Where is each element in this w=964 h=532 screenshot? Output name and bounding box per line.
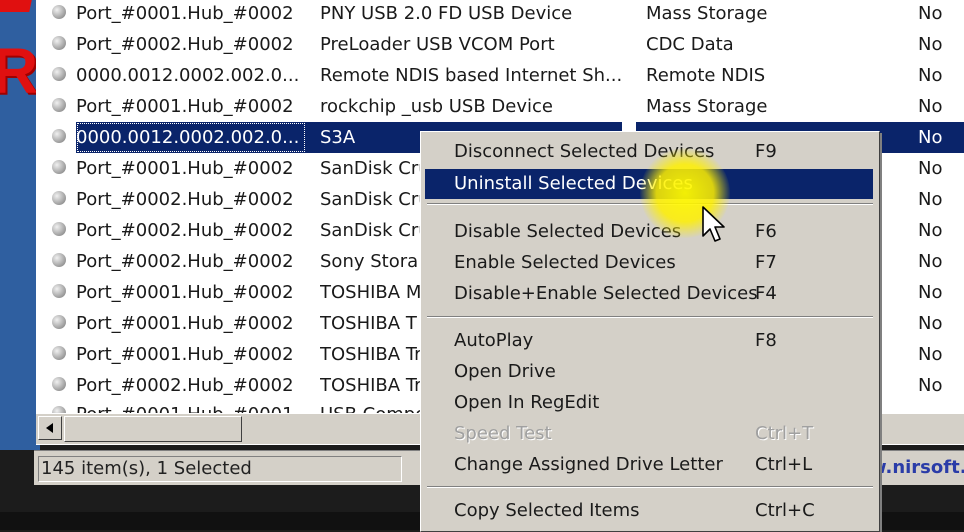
device-status-icon (52, 315, 66, 329)
menu-item-label: Enable Selected Devices (454, 252, 676, 273)
device-status-icon (52, 284, 66, 298)
menu-item-change-drive-letter[interactable]: Change Assigned Drive Letter Ctrl+L (425, 450, 873, 480)
port-cell: 0000.0012.0002.002.0... (76, 122, 306, 153)
list-row[interactable]: Port_#0002.Hub_#0002 PreLoader USB VCOM … (36, 29, 964, 60)
menu-item-label: Uninstall Selected Devices (454, 173, 693, 194)
menu-separator (427, 203, 873, 205)
scrollbar-thumb[interactable] (64, 416, 242, 442)
menu-item-shortcut: Ctrl+L (755, 454, 813, 475)
device-status-icon (52, 222, 66, 236)
connected-cell: No (918, 158, 943, 179)
port-cell: Port_#0002.Hub_#0002 (76, 375, 294, 396)
device-status-icon (52, 129, 66, 143)
red-annotation-letter: R (0, 35, 39, 107)
connected-cell: No (918, 96, 943, 117)
device-status-icon (52, 98, 66, 112)
connected-cell: No (918, 282, 943, 303)
port-cell: 0000.0012.0002.002.0... (76, 65, 300, 86)
connected-cell: No (918, 375, 943, 396)
device-type-cell: CDC Data (646, 34, 734, 55)
menu-item-label: Open Drive (454, 361, 556, 382)
description-cell: PreLoader USB VCOM Port (320, 34, 555, 55)
device-type-cell: Mass Storage (646, 3, 768, 24)
menu-item-shortcut: F7 (755, 252, 777, 273)
device-status-icon (52, 377, 66, 391)
menu-item-label: Disable Selected Devices (454, 221, 682, 242)
port-cell: Port_#0001.Hub_#0002 (76, 158, 294, 179)
context-menu[interactable]: Disconnect Selected Devices F9 Uninstall… (420, 131, 880, 532)
port-cell: Port_#0001.Hub_#0002 (76, 96, 294, 117)
menu-item-disconnect[interactable]: Disconnect Selected Devices F9 (425, 137, 873, 167)
device-status-icon (52, 160, 66, 174)
menu-item-open-drive[interactable]: Open Drive (425, 357, 873, 387)
menu-item-shortcut: F4 (755, 283, 777, 304)
menu-item-disable[interactable]: Disable Selected Devices F6 (425, 217, 873, 247)
connected-cell: No (918, 3, 943, 24)
list-row[interactable]: Port_#0001.Hub_#0002 rockchip _usb USB D… (36, 91, 964, 122)
list-row[interactable]: Port_#0001.Hub_#0002 PNY USB 2.0 FD USB … (36, 0, 964, 29)
connected-cell: No (918, 251, 943, 272)
device-status-icon (52, 36, 66, 50)
menu-item-shortcut: Ctrl+T (755, 423, 814, 444)
menu-item-label: Disconnect Selected Devices (454, 141, 715, 162)
device-type-cell: Mass Storage (646, 96, 768, 117)
list-row[interactable]: 0000.0012.0002.002.0... Remote NDIS base… (36, 60, 964, 91)
menu-item-open-regedit[interactable]: Open In RegEdit (425, 388, 873, 418)
connected-cell: No (918, 344, 943, 365)
port-cell: Port_#0002.Hub_#0002 (76, 251, 294, 272)
menu-item-copy-selected[interactable]: Copy Selected Items Ctrl+C (425, 496, 873, 526)
connected-cell: No (896, 122, 964, 153)
port-cell: Port_#0002.Hub_#0002 (76, 34, 294, 55)
menu-item-shortcut: F9 (755, 141, 777, 162)
menu-item-label: Disable+Enable Selected Devices (454, 283, 758, 304)
description-cell: rockchip _usb USB Device (320, 96, 553, 117)
device-status-icon (52, 346, 66, 360)
status-item-count: 145 item(s), 1 Selected (38, 456, 402, 482)
menu-item-enable[interactable]: Enable Selected Devices F7 (425, 248, 873, 278)
scroll-left-arrow-icon[interactable] (38, 416, 62, 440)
menu-item-speed-test: Speed Test Ctrl+T (425, 419, 873, 449)
menu-item-shortcut: Ctrl+C (755, 500, 815, 521)
menu-item-label: Speed Test (454, 423, 552, 444)
menu-item-shortcut: F8 (755, 330, 777, 351)
device-status-icon (52, 5, 66, 19)
port-cell: Port_#0001.Hub_#0002 (76, 282, 294, 303)
port-cell: Port_#0002.Hub_#0002 (76, 220, 294, 241)
connected-cell: No (918, 313, 943, 334)
connected-cell: No (918, 220, 943, 241)
menu-item-label: Open In RegEdit (454, 392, 600, 413)
menu-item-uninstall[interactable]: Uninstall Selected Devices (425, 169, 873, 199)
menu-item-label: Change Assigned Drive Letter (454, 454, 723, 475)
device-status-icon (52, 67, 66, 81)
menu-separator (427, 486, 873, 488)
device-status-icon (52, 253, 66, 267)
port-cell: Port_#0001.Hub_#0002 (76, 313, 294, 334)
connected-cell: No (918, 65, 943, 86)
menu-item-autoplay[interactable]: AutoPlay F8 (425, 326, 873, 356)
website-link[interactable]: w.nirsoft. (870, 457, 964, 478)
device-type-cell: Remote NDIS (646, 65, 766, 86)
menu-item-disable-enable[interactable]: Disable+Enable Selected Devices F4 (425, 279, 873, 309)
port-cell: Port_#0002.Hub_#0002 (76, 189, 294, 210)
port-cell: Port_#0001.Hub_#0002 (76, 344, 294, 365)
menu-item-label: Copy Selected Items (454, 500, 640, 521)
description-cell: PNY USB 2.0 FD USB Device (320, 3, 573, 24)
connected-cell: No (918, 189, 943, 210)
red-annotation-mark (0, 0, 35, 12)
device-status-icon (52, 191, 66, 205)
port-cell: Port_#0001.Hub_#0002 (76, 3, 294, 24)
menu-item-label: AutoPlay (454, 330, 534, 351)
connected-cell: No (918, 34, 943, 55)
menu-item-shortcut: F6 (755, 221, 777, 242)
menu-separator (427, 316, 873, 318)
description-cell: Remote NDIS based Internet Sh... (320, 65, 623, 86)
